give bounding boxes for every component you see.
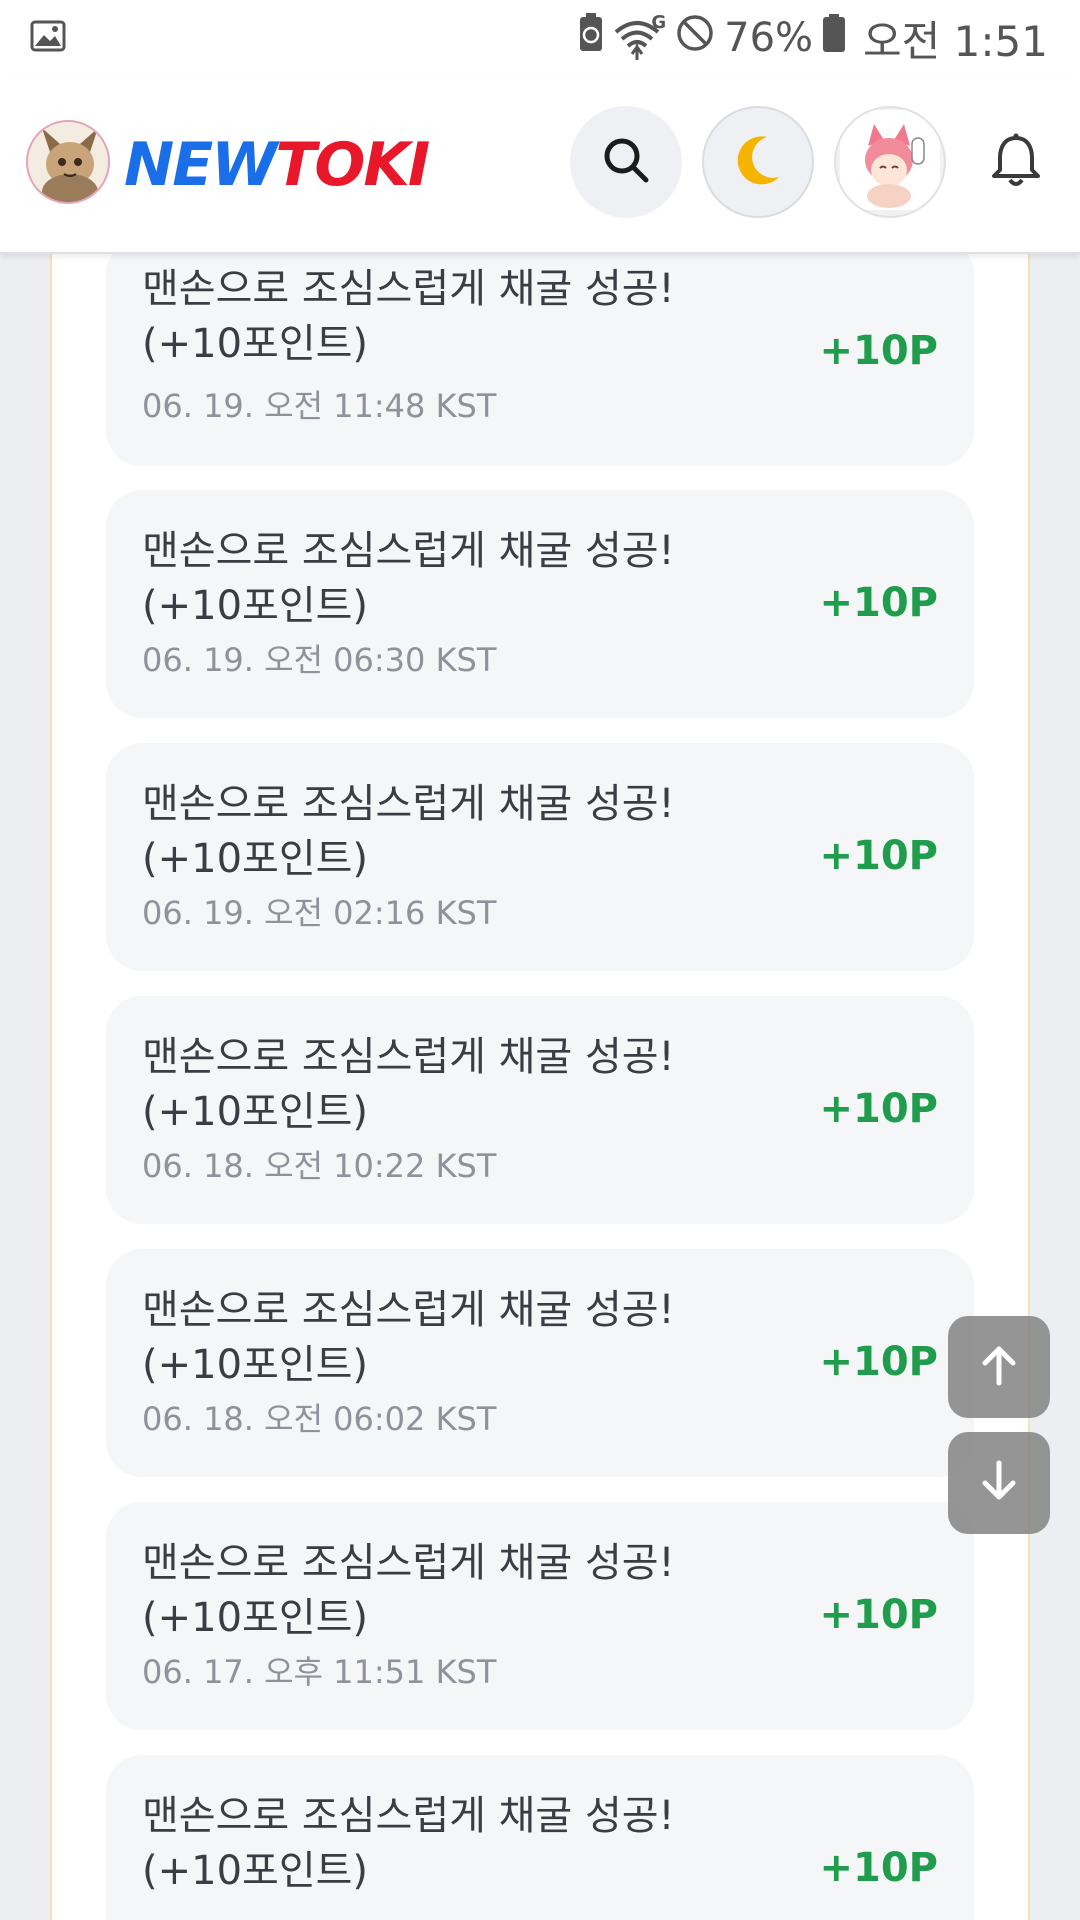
battery-saver-icon <box>578 13 604 63</box>
point-item-title: 맨손으로 조심스럽게 채굴 성공!(+10포인트) <box>142 1034 675 1135</box>
point-item-date: 06. 17. 오후 11:51 KST <box>142 1653 497 1691</box>
point-item-date: 06. 19. 오전 02:16 KST <box>142 894 497 932</box>
battery-percent: 76% <box>724 15 814 61</box>
do-not-disturb-icon <box>676 14 714 62</box>
point-history-item: 맨손으로 조심스럽게 채굴 성공!(+10포인트) 06. 19. 오전 02:… <box>106 743 974 971</box>
wifi-network-label: G <box>651 12 667 33</box>
point-item-date: 06. 19. 오전 11:48 KST <box>142 387 497 425</box>
bell-icon <box>990 133 1042 192</box>
point-history-item: 맨손으로 조심스럽게 채굴 성공!(+10포인트) 06. 19. 오전 11:… <box>106 238 974 466</box>
theme-toggle-button[interactable] <box>702 106 814 218</box>
site-header: NEWTOKI <box>0 76 1080 254</box>
point-item-amount: +10P <box>819 328 939 374</box>
point-item-title: 맨손으로 조심스럽게 채굴 성공!(+10포인트) <box>142 781 675 882</box>
point-history-item: 맨손으로 조심스럽게 채굴 성공!(+10포인트) 06. 19. 오전 06:… <box>106 490 974 718</box>
logo-toki: TOKI <box>275 130 430 200</box>
point-item-amount: +10P <box>819 1592 939 1638</box>
point-item-date: 06. 19. 오전 06:30 KST <box>142 641 497 679</box>
point-history-item: 맨손으로 조심스럽게 채굴 성공!(+10포인트) 06. 18. 오전 10:… <box>106 996 974 1224</box>
scroll-to-top-button[interactable] <box>948 1316 1050 1418</box>
point-item-date: 06. 18. 오전 10:22 KST <box>142 1147 497 1185</box>
point-item-date: 06. 18. 오전 06:02 KST <box>142 1400 497 1438</box>
profile-button[interactable] <box>834 106 946 218</box>
status-bar: G 76% 오전 1:51 <box>0 0 1080 76</box>
scroll-to-bottom-button[interactable] <box>948 1432 1050 1534</box>
site-logo[interactable]: NEWTOKI <box>124 126 430 204</box>
point-item-title: 맨손으로 조심스럽게 채굴 성공!(+10포인트) <box>142 1793 675 1894</box>
point-item-amount: +10P <box>819 1845 939 1891</box>
point-history-item: 맨손으로 조심스럽게 채굴 성공!(+10포인트) 06. 17. 오후 11:… <box>106 1502 974 1730</box>
moon-icon <box>733 133 783 191</box>
point-item-amount: +10P <box>819 1086 939 1132</box>
point-item-title: 맨손으로 조심스럽게 채굴 성공!(+10포인트) <box>142 528 675 629</box>
point-item-title: 맨손으로 조심스럽게 채굴 성공!(+10포인트) <box>142 1287 675 1388</box>
image-icon <box>30 20 66 56</box>
logo-new: NEW <box>124 130 277 200</box>
arrow-down-icon <box>977 1459 1021 1507</box>
point-item-title: 맨손으로 조심스럽게 채굴 성공!(+10포인트) <box>142 1540 675 1641</box>
search-icon <box>601 135 651 189</box>
page: G 76% 오전 1:51 NEWTOKI 맨손으로 조심스럽게 채굴 성공!(… <box>0 0 1080 1920</box>
logo-mascot-image[interactable] <box>26 120 110 204</box>
point-item-title: 맨손으로 조심스럽게 채굴 성공!(+10포인트) <box>142 266 675 367</box>
avatar <box>840 110 940 214</box>
arrow-up-icon <box>977 1343 1021 1391</box>
wifi-icon: G <box>614 12 666 60</box>
notifications-button[interactable] <box>990 132 1050 192</box>
point-history-item: 맨손으로 조심스럽게 채굴 성공!(+10포인트) 06. 18. 오전 06:… <box>106 1249 974 1477</box>
clock: 오전 1:51 <box>863 16 1048 66</box>
point-item-amount: +10P <box>819 833 939 879</box>
point-item-amount: +10P <box>819 580 939 626</box>
battery-icon <box>823 14 846 62</box>
point-history-item: 맨손으로 조심스럽게 채굴 성공!(+10포인트) +10P <box>106 1755 974 1920</box>
point-item-amount: +10P <box>819 1339 939 1385</box>
search-button[interactable] <box>570 106 682 218</box>
